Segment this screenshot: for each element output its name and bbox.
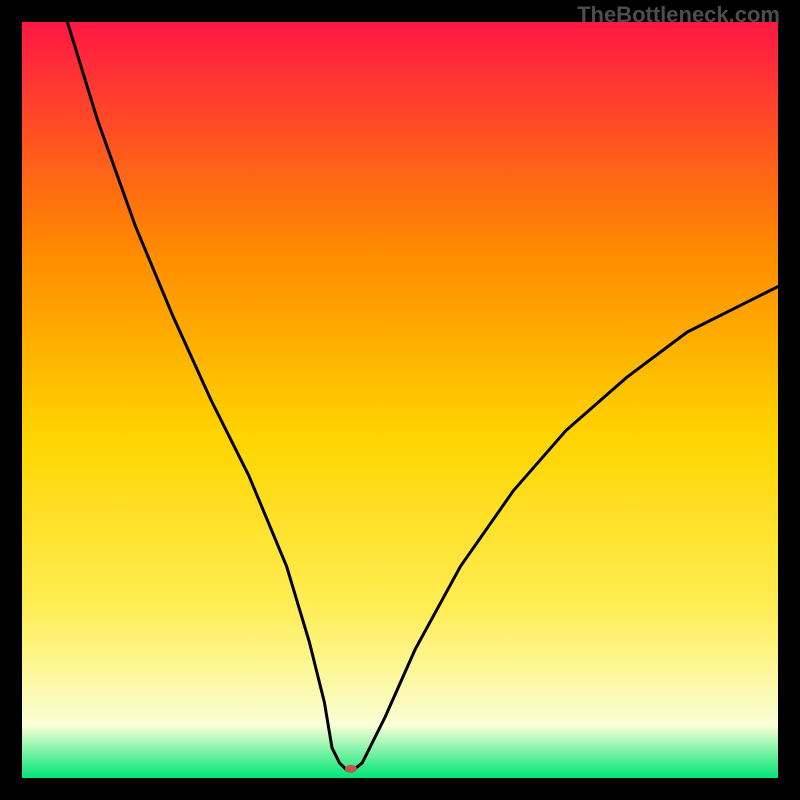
optimal-point-marker (345, 765, 357, 773)
chart-container: TheBottleneck.com (0, 0, 800, 800)
watermark-text: TheBottleneck.com (577, 2, 780, 28)
bottleneck-chart (0, 0, 800, 800)
chart-background (22, 22, 778, 778)
